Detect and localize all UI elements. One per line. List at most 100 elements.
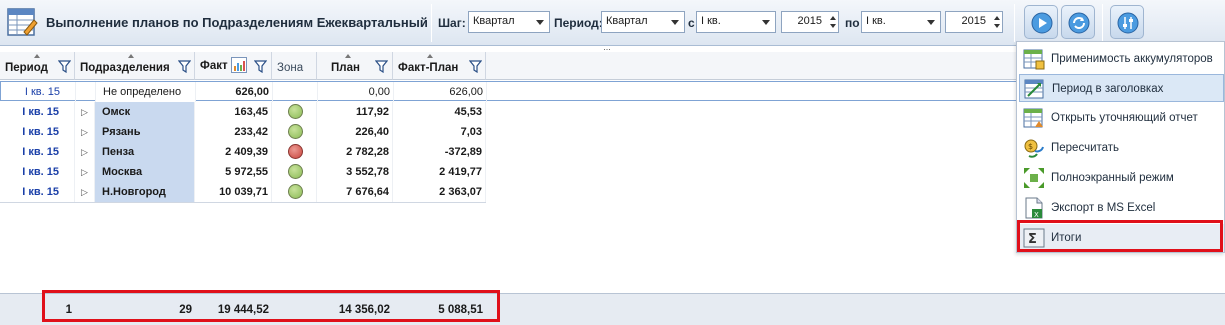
period-cell: I кв. 15 <box>1 82 76 102</box>
division-cell: Пенза <box>95 142 195 162</box>
spin-up-icon[interactable] <box>830 16 836 20</box>
sliders-icon <box>1117 12 1139 34</box>
fact-cell: 626,00 <box>196 82 273 102</box>
step-label: Шаг: <box>438 16 466 30</box>
step-select[interactable]: Квартал <box>468 11 550 33</box>
spin-down-icon[interactable] <box>830 24 836 28</box>
panel-splitter[interactable]: ... <box>590 43 624 52</box>
menu-item-label: Полноэкранный режим <box>1051 172 1174 184</box>
period-select[interactable]: Квартал <box>601 11 685 33</box>
menu-item-label: Открыть уточняющий отчет <box>1051 112 1198 124</box>
menu-item-label: Экспорт в MS Excel <box>1051 202 1156 214</box>
chevron-down-icon <box>927 20 935 25</box>
period-select-value: Квартал <box>606 15 648 27</box>
division-cell: Н.Новгород <box>95 182 195 202</box>
fact-cell: 5 972,55 <box>195 162 272 182</box>
column-header-label: План <box>331 62 360 74</box>
report-table-icon <box>7 8 38 36</box>
expand-triangle-icon[interactable]: ▷ <box>75 122 95 142</box>
filter-icon[interactable] <box>254 60 267 73</box>
column-header-period[interactable]: Период <box>0 52 75 80</box>
column-header-label: Подразделения <box>80 62 170 74</box>
table-row[interactable]: I кв. 15 ▷ Омск 163,45 117,92 45,53 <box>0 102 486 122</box>
chevron-down-icon <box>762 20 770 25</box>
filter-icon[interactable] <box>58 60 71 73</box>
to-quarter-select[interactable]: I кв. <box>861 11 941 33</box>
sort-indicator-icon <box>427 54 433 58</box>
table-row[interactable]: I кв. 15 ▷ Н.Новгород 10 039,71 7 676,64… <box>0 182 486 202</box>
menu-item-open-drilldown[interactable]: Открыть уточняющий отчет <box>1019 104 1224 132</box>
plan-cell: 226,40 <box>317 122 393 142</box>
fact-cell: 163,45 <box>195 102 272 122</box>
menu-item-period-in-headers[interactable]: Период в заголовках <box>1019 74 1224 102</box>
table-row[interactable]: I кв. 15 ▷ Пенза 2 409,39 2 782,28 -372,… <box>0 142 486 162</box>
table-row[interactable]: I кв. 15 ▷ Москва 5 972,55 3 552,78 2 41… <box>0 162 486 182</box>
to-year-value: 2015 <box>961 15 986 27</box>
menu-item-label: Период в заголовках <box>1052 83 1164 95</box>
column-header-fact[interactable]: Факт <box>195 52 272 80</box>
chevron-down-icon <box>671 20 679 25</box>
menu-item-export-excel[interactable]: X Экспорт в MS Excel <box>1019 194 1224 222</box>
column-header-label: Факт-План <box>398 62 459 74</box>
green-zone-icon <box>288 124 303 139</box>
column-header-zone[interactable]: Зона <box>272 52 317 80</box>
expand-triangle-icon[interactable]: ▷ <box>75 102 95 122</box>
division-cell: Омск <box>95 102 195 122</box>
fact-plan-cell: 2 419,77 <box>393 162 486 182</box>
zone-cell <box>272 102 317 122</box>
column-header-label: Зона <box>277 62 304 74</box>
fact-plan-cell: 2 363,07 <box>393 182 486 202</box>
refresh-button[interactable] <box>1061 5 1095 39</box>
from-year-spinner[interactable]: 2015 <box>781 11 839 33</box>
toolbar-divider <box>1014 4 1015 42</box>
menu-item-label: Применимость аккумуляторов <box>1051 53 1213 65</box>
expand-triangle-icon[interactable]: ▷ <box>75 142 95 162</box>
run-button[interactable] <box>1024 5 1058 39</box>
menu-item-fullscreen[interactable]: Полноэкранный режим <box>1019 164 1224 192</box>
toolbar-divider <box>1102 4 1103 42</box>
totals-menu-highlight-box <box>1017 220 1223 252</box>
recalculate-icon: $ <box>1024 139 1044 158</box>
red-zone-icon <box>288 144 303 159</box>
sort-indicator-icon <box>128 54 134 58</box>
to-year-spinner[interactable]: 2015 <box>945 11 1003 33</box>
from-label: с <box>688 16 695 30</box>
table-row[interactable]: I кв. 15 ▷ Рязань 233,42 226,40 7,03 <box>0 122 486 142</box>
menu-item-accumulators[interactable]: Применимость аккумуляторов <box>1019 45 1224 73</box>
column-header-fact-plan[interactable]: Факт-План <box>393 52 486 80</box>
fact-plan-cell: 626,00 <box>394 82 487 102</box>
period-cell: I кв. 15 <box>0 142 75 162</box>
fact-cell: 10 039,71 <box>195 182 272 202</box>
period-header-icon <box>1024 79 1044 99</box>
filter-icon[interactable] <box>178 60 191 73</box>
plan-cell: 117,92 <box>317 102 393 122</box>
division-cell: Москва <box>95 162 195 182</box>
filter-icon[interactable] <box>469 60 482 73</box>
drilldown-report-icon <box>1023 108 1043 128</box>
division-cell: Рязань <box>95 122 195 142</box>
expand-triangle-icon[interactable]: ▷ <box>75 182 95 202</box>
sort-indicator-icon <box>345 54 351 58</box>
column-header-division[interactable]: Подразделения <box>75 52 195 80</box>
plan-cell: 2 782,28 <box>317 142 393 162</box>
zone-cell <box>272 142 317 162</box>
green-zone-icon <box>288 164 303 179</box>
plan-cell: 3 552,78 <box>317 162 393 182</box>
to-label: по <box>845 16 860 30</box>
spin-up-icon[interactable] <box>994 16 1000 20</box>
green-zone-icon <box>288 104 303 119</box>
column-header-plan[interactable]: План <box>317 52 393 80</box>
svg-text:X: X <box>1034 211 1039 219</box>
toolbar: Выполнение планов по Подразделениям Ежек… <box>0 0 1225 46</box>
refresh-icon <box>1068 12 1090 34</box>
period-cell: I кв. 15 <box>0 122 75 142</box>
expand-triangle-icon[interactable]: ▷ <box>75 162 95 182</box>
fullscreen-icon <box>1024 168 1044 188</box>
chart-icon[interactable] <box>231 57 247 73</box>
grid-bottom-line <box>0 202 486 203</box>
settings-button[interactable] <box>1110 5 1144 39</box>
filter-icon[interactable] <box>375 60 388 73</box>
from-quarter-select[interactable]: I кв. <box>696 11 776 33</box>
spin-down-icon[interactable] <box>994 24 1000 28</box>
menu-item-recalculate[interactable]: $ Пересчитать <box>1019 134 1224 162</box>
